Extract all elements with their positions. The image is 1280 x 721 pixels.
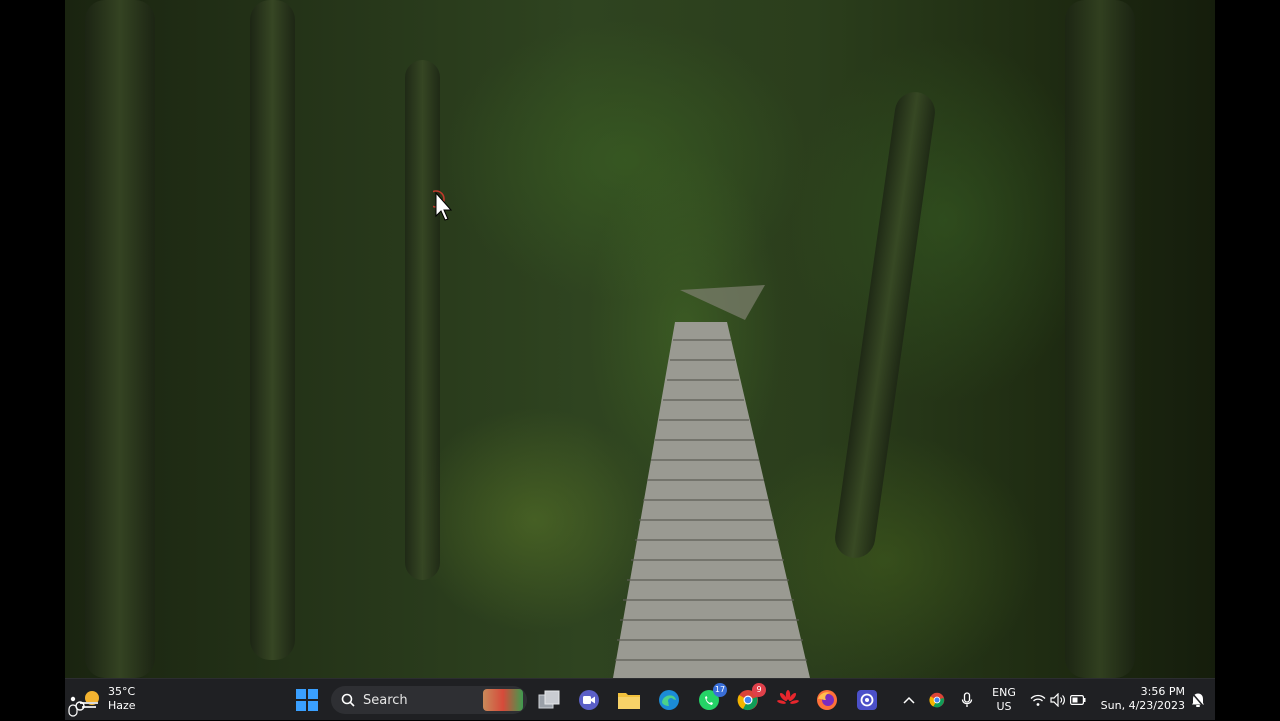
chrome-tray-icon <box>929 692 945 708</box>
huawei-app-button[interactable] <box>774 686 802 714</box>
whatsapp-button[interactable]: 17 <box>695 683 727 714</box>
edge-browser-button[interactable] <box>655 686 683 714</box>
chrome-tray-button[interactable] <box>927 686 947 714</box>
quick-settings-button[interactable] <box>1027 686 1089 714</box>
search-highlight-image <box>483 689 523 711</box>
start-button[interactable] <box>293 686 321 714</box>
search-icon <box>341 693 355 707</box>
chrome-badge: 9 <box>752 683 766 697</box>
search-label: Search <box>363 692 408 708</box>
huawei-icon <box>777 690 799 704</box>
windows-logo-icon <box>296 689 318 711</box>
task-view-button[interactable] <box>535 686 563 714</box>
camera-app-icon <box>857 690 877 710</box>
chrome-button[interactable]: 9 <box>734 683 766 714</box>
firefox-icon <box>817 690 837 710</box>
taskbar: 35°C Haze Search 17 9 ENG US 3:56 PM Sun… <box>65 678 1215 720</box>
mouse-cursor-icon <box>427 190 455 228</box>
video-chat-icon <box>579 690 599 710</box>
search-box[interactable]: Search <box>331 686 527 714</box>
show-hidden-icons-button[interactable] <box>899 686 919 714</box>
boardwalk <box>613 285 810 678</box>
microphone-button[interactable] <box>957 686 977 714</box>
file-explorer-button[interactable] <box>615 686 643 714</box>
language-top: ENG <box>992 686 1016 699</box>
microphone-icon <box>961 692 973 707</box>
clock[interactable]: 3:56 PM Sun, 4/23/2023 <box>1095 685 1185 713</box>
language-indicator[interactable]: ENG US <box>987 686 1021 714</box>
notifications-button[interactable] <box>1187 686 1209 714</box>
notification-bell-icon <box>1191 692 1205 708</box>
screen-app-button[interactable] <box>853 686 881 714</box>
chevron-up-icon <box>903 696 915 704</box>
weather-temperature: 35°C <box>108 685 136 698</box>
weather-condition: Haze <box>108 699 136 712</box>
language-bottom: US <box>996 700 1012 713</box>
edge-icon <box>659 690 679 710</box>
wifi-icon <box>1030 694 1046 706</box>
forest-wallpaper <box>65 0 1215 678</box>
weather-text[interactable]: 35°C Haze <box>108 685 136 713</box>
folder-icon <box>618 693 640 709</box>
clock-time: 3:56 PM <box>1140 685 1185 698</box>
recording-indicator-icon <box>66 695 80 721</box>
desktop[interactable]: 35°C Haze Search 17 9 ENG US 3:56 PM Sun… <box>65 0 1215 720</box>
task-view-icon <box>538 690 560 709</box>
whatsapp-badge: 17 <box>713 683 727 697</box>
clock-date: Sun, 4/23/2023 <box>1100 699 1185 712</box>
firefox-button[interactable] <box>813 686 841 714</box>
zoom-meetings-button[interactable] <box>575 686 603 714</box>
battery-icon <box>1070 695 1086 705</box>
volume-icon <box>1050 693 1065 707</box>
